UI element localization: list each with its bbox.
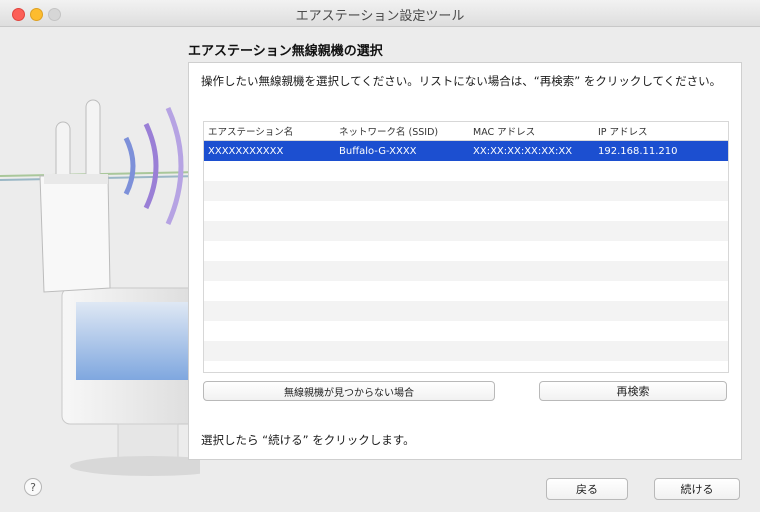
table-row-empty [204,281,728,301]
table-row[interactable]: XXXXXXXXXXX Buffalo-G-XXXX XX:XX:XX:XX:X… [204,141,728,161]
table-row-empty [204,201,728,221]
title-bar: エアステーション設定ツール [0,0,760,27]
table-row-empty [204,321,728,341]
page-heading: エアステーション無線親機の選択 [188,44,383,59]
table-row-empty [204,241,728,261]
table-row-empty [204,181,728,201]
column-header-mac[interactable]: MAC アドレス [469,124,594,138]
window-title: エアステーション設定ツール [295,9,465,24]
cell-ip: 192.168.11.210 [598,145,678,157]
instruction-text: 操作したい無線親機を選択してください。リストにない場合は、“再検索” をクリック… [201,74,722,88]
back-button[interactable]: 戻る [546,478,628,500]
selection-panel: 操作したい無線親機を選択してください。リストにない場合は、“再検索” をクリック… [188,62,742,460]
not-found-button[interactable]: 無線親機が見つからない場合 [203,381,495,401]
app-window: エアステーション設定ツール エアステーション無線親機の選択 操作したい無線親機を… [0,0,760,512]
column-header-name[interactable]: エアステーション名 [204,124,335,138]
cell-ssid: Buffalo-G-XXXX [339,145,417,157]
cell-mac: XX:XX:XX:XX:XX:XX [473,145,573,157]
table-row-empty [204,301,728,321]
continue-button[interactable]: 続ける [654,478,740,500]
column-header-ip[interactable]: IP アドレス [594,124,728,138]
footnote-text: 選択したら “続ける” をクリックします。 [201,433,415,447]
table-row-empty [204,221,728,241]
table-row-empty [204,341,728,361]
column-header-ssid[interactable]: ネットワーク名 (SSID) [335,124,469,138]
cell-name: XXXXXXXXXXX [208,145,284,157]
research-button[interactable]: 再検索 [539,381,727,401]
airstation-table: エアステーション名 ネットワーク名 (SSID) MAC アドレス IP アドレ… [203,121,729,373]
table-header: エアステーション名 ネットワーク名 (SSID) MAC アドレス IP アドレ… [204,122,728,141]
router-illustration [0,99,200,476]
table-row-empty [204,261,728,281]
table-row-empty [204,161,728,181]
help-icon[interactable]: ? [24,478,42,496]
